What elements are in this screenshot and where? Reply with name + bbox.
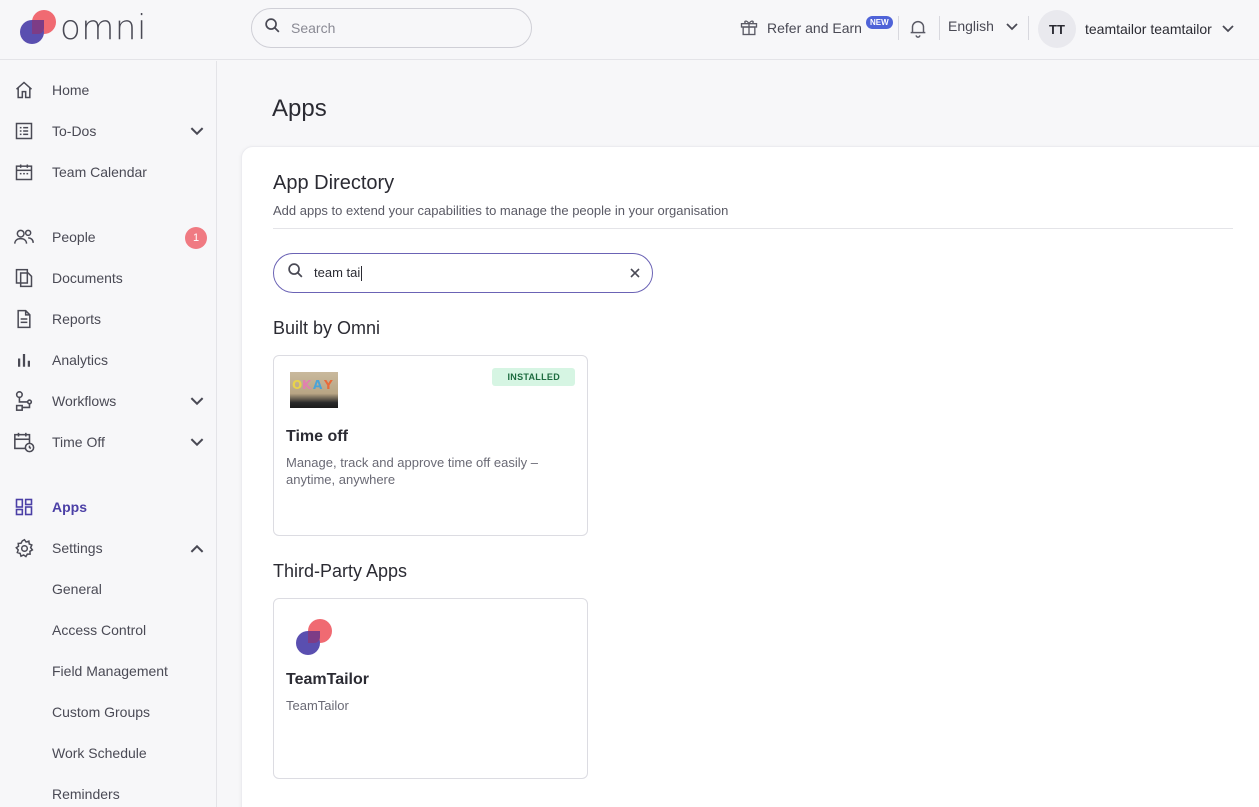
sidebar-item-reports[interactable]: Reports: [0, 301, 216, 337]
sidebar-item-people[interactable]: People 1: [0, 219, 216, 255]
sidebar-subitem-general[interactable]: General: [0, 571, 216, 607]
home-icon: [13, 79, 35, 101]
sidebar-subitem-work-schedule[interactable]: Work Schedule: [0, 735, 216, 771]
chevron-down-icon[interactable]: [190, 434, 204, 450]
app-card-name: Time off: [286, 428, 348, 445]
gear-icon: [13, 537, 35, 559]
time-off-app-image: OKAY: [290, 372, 338, 408]
notifications-bell-icon[interactable]: [907, 17, 929, 44]
sidebar-item-settings[interactable]: Settings: [0, 530, 216, 566]
brand-name: omni: [60, 8, 147, 48]
sidebar-item-label: Time Off: [52, 434, 105, 450]
global-search[interactable]: [251, 8, 532, 48]
chevron-down-icon[interactable]: [190, 393, 204, 409]
app-card-teamtailor[interactable]: TeamTailor TeamTailor: [273, 598, 588, 779]
sidebar-item-todos[interactable]: To-Dos: [0, 113, 216, 149]
app-card-description: Manage, track and approve time off easil…: [286, 455, 538, 487]
divider: [273, 228, 1233, 229]
status-badge: INSTALLED: [492, 368, 575, 386]
search-icon: [287, 262, 304, 284]
app-directory-title: App Directory: [273, 172, 395, 194]
language-label: English: [948, 18, 994, 34]
people-count-badge: 1: [185, 227, 207, 249]
workflow-icon: [13, 390, 35, 412]
section-title-third-party-apps: Third-Party Apps: [273, 561, 408, 581]
chevron-down-icon: [1006, 18, 1018, 34]
divider: [939, 16, 940, 40]
app-search-value: team tai: [314, 264, 363, 282]
omni-logo[interactable]: omni: [20, 10, 147, 46]
sidebar-item-label: People: [52, 229, 96, 245]
global-search-input[interactable]: [291, 20, 491, 36]
sidebar-item-label: Workflows: [52, 393, 117, 409]
sidebar-item-apps[interactable]: Apps: [0, 489, 216, 525]
people-icon: [13, 226, 35, 248]
refer-label: Refer and Earn: [767, 20, 862, 36]
language-selector[interactable]: English: [948, 18, 1018, 34]
divider: [1028, 16, 1029, 40]
chevron-down-icon: [1222, 20, 1234, 38]
teamtailor-logo: [296, 619, 336, 659]
user-name: teamtailor teamtailor: [1085, 21, 1212, 37]
chevron-down-icon[interactable]: [190, 123, 204, 139]
calendar-icon: [13, 161, 35, 183]
sidebar-item-home[interactable]: Home: [0, 72, 216, 108]
sidebar-item-label: Home: [52, 82, 90, 98]
time-off-icon: [13, 431, 35, 453]
user-menu[interactable]: TT teamtailor teamtailor: [1038, 9, 1234, 49]
report-icon: [13, 308, 35, 330]
documents-icon: [13, 267, 35, 289]
search-icon: [264, 17, 281, 39]
app-card-time-off[interactable]: OKAY INSTALLED Time off Manage, track an…: [273, 355, 588, 536]
app-search-input[interactable]: team tai: [273, 253, 653, 293]
sidebar-item-label: Team Calendar: [52, 164, 147, 180]
list-icon: [13, 120, 35, 142]
close-icon[interactable]: [628, 266, 642, 285]
refer-and-earn-link[interactable]: Refer and Earn NEW: [739, 14, 893, 42]
sidebar-item-label: To-Dos: [52, 123, 97, 139]
omni-logo-mark: [20, 10, 58, 46]
sidebar-subitem-access-control[interactable]: Access Control: [0, 612, 216, 648]
avatar: TT: [1038, 10, 1076, 48]
sidebar-item-label: Settings: [52, 540, 103, 556]
gift-icon: [739, 17, 759, 40]
sidebar-item-label: Documents: [52, 270, 123, 286]
top-bar: omni Refer and Earn NEW English TT teamt…: [0, 0, 1259, 60]
new-badge: NEW: [865, 15, 893, 29]
analytics-icon: [13, 349, 35, 371]
sidebar-subitem-custom-groups[interactable]: Custom Groups: [0, 694, 216, 730]
sidebar-item-analytics[interactable]: Analytics: [0, 342, 216, 378]
sidebar: Home To-Dos Team Calendar People 1 Docum…: [0, 61, 217, 807]
apps-icon: [13, 496, 35, 518]
sidebar-item-team-calendar[interactable]: Team Calendar: [0, 154, 216, 190]
app-card-description: TeamTailor: [286, 698, 349, 713]
sidebar-item-label: Apps: [52, 499, 87, 515]
app-card-name: TeamTailor: [286, 671, 369, 688]
sidebar-subitem-reminders[interactable]: Reminders: [0, 776, 216, 807]
section-title-built-by-omni: Built by Omni: [273, 318, 381, 338]
app-directory-description: Add apps to extend your capabilities to …: [273, 203, 729, 218]
divider: [898, 16, 899, 40]
page-title: Apps: [272, 95, 327, 122]
sidebar-item-workflows[interactable]: Workflows: [0, 383, 216, 419]
sidebar-item-documents[interactable]: Documents: [0, 260, 216, 296]
sidebar-item-time-off[interactable]: Time Off: [0, 424, 216, 460]
sidebar-subitem-field-management[interactable]: Field Management: [0, 653, 216, 689]
chevron-up-icon[interactable]: [190, 540, 204, 556]
sidebar-item-label: Analytics: [52, 352, 109, 368]
sidebar-item-label: Reports: [52, 311, 102, 327]
